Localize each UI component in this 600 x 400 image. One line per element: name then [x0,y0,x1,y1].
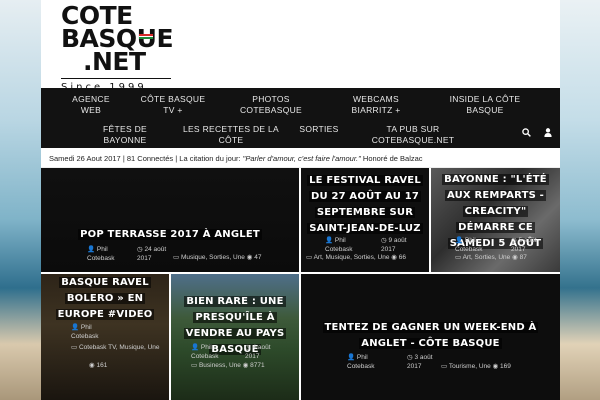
user-icon: 👤 [455,237,465,244]
folder-icon: ▭ [441,363,449,370]
tile-author[interactable]: 👤 Phil Cotebask [325,237,365,254]
nav-icons [512,128,552,140]
folder-icon: ▭ [306,254,314,261]
tile-author[interactable]: 👤 Phil Cotebask [71,324,111,341]
tile-meta-line: ▭ Art, Sorties, Une ◉ 87 [455,254,527,261]
tile-title[interactable]: BASQUE RAVEL BOLERO » EN EUROPE #VIDEO [45,275,165,323]
tile-meta-line: ▭ Cotebask TV, Musique, Une [71,344,160,351]
tile-title[interactable]: TENTEZ DE GAGNER UN WEEK-END À ANGLET - … [305,320,556,352]
article-tile-pop-terrasse[interactable]: POP TERRASSE 2017 À ANGLET 👤 Phil Coteba… [41,168,299,272]
nav-item-photos[interactable]: PHOTOS COTEBASQUE [226,94,316,115]
tile-author[interactable]: 👤 Phil Cotebask [191,344,231,361]
eye-icon: ◉ [391,254,399,261]
tile-date: ◷ 4 août 2017 [245,344,271,360]
eye-icon: ◉ [512,254,520,261]
user-icon: 👤 [191,344,201,351]
tile-date: ◷ 9 août 2017 [381,237,407,253]
nav-item-recettes[interactable]: LES RECETTES DE LA CÔTE [181,124,281,145]
article-tile-presqu-ile[interactable]: BIEN RARE : UNE PRESQU'ÎLE À VENDRE AU P… [171,274,299,400]
page-container: COTE BASQUE .NET Since 1999 AGENCEWEB CÔ… [41,0,560,400]
article-tile-festival-ravel[interactable]: LE FESTIVAL RAVEL DU 27 AOÛT AU 17 SEPTE… [301,168,429,272]
article-tile-bayonne-remparts[interactable]: BAYONNE : "L'ÉTÉ AUX REMPARTS - CREACITY… [431,168,560,272]
tile-views: ◉ 161 [89,362,108,369]
background-right [560,0,600,400]
tile-date: ◷ 5 août 2017 [511,237,537,253]
user-icon: 👤 [347,354,357,361]
nav-item-cote-basque-tv[interactable]: CÔTE BASQUE TV + [133,94,213,115]
search-icon[interactable] [522,128,532,140]
site-logo[interactable]: COTE BASQUE .NET Since 1999 [61,3,174,93]
quote-label: La citation du jour: [179,154,241,163]
eye-icon: ◉ [492,363,501,370]
tile-meta-line: ▭ Business, Une ◉ 8771 [191,362,265,369]
quote-text: "Parler d'amour, c'est faire l'amour." [242,154,361,163]
logo-line-3: .NET [83,47,146,76]
tile-date: ◷ 24 août 2017 [137,246,167,262]
site-header: COTE BASQUE .NET Since 1999 [41,0,560,93]
article-tile-basque-ravel[interactable]: BASQUE RAVEL BOLERO » EN EUROPE #VIDEO 👤… [41,274,169,400]
tile-meta-line: ▭ Tourisme, Une ◉ 169 [441,363,511,370]
main-nav: AGENCE WEB CÔTE BASQUE TV + PHOTOS COTEBASQ… [41,88,560,148]
folder-icon: ▭ [173,254,181,261]
tile-author[interactable]: 👤 Phil Cotebask [455,237,495,254]
user-icon[interactable] [544,128,552,140]
nav-item-inside[interactable]: INSIDE LA CÔTE BASQUE [439,94,531,115]
folder-icon: ▭ [191,362,199,369]
background-left [0,0,41,400]
user-icon: 👤 [71,324,81,331]
nav-item-sorties[interactable]: SORTIES [291,124,347,135]
tile-author[interactable]: 👤 Phil Cotebask [87,246,127,263]
folder-icon: ▭ [71,344,79,351]
nav-item-webcams[interactable]: WEBCAMS BIARRITZ + [331,94,421,115]
nav-item-agence-web[interactable]: AGENCE WEB [59,94,123,115]
tile-author[interactable]: 👤 Phil Cotebask [347,354,387,371]
tile-meta-line: ▭ Art, Musique, Sorties, Une ◉ 66 [306,254,406,261]
nav-item-ta-pub[interactable]: TA PUB SUR COTEBASQUE.NET [361,124,465,145]
current-date: Samedi 26 Aout 2017 [49,154,121,163]
quote-author: Honoré de Balzac [362,154,423,163]
info-bar: Samedi 26 Aout 2017 | 81 Connectés | La … [41,148,560,168]
tile-meta-line: ▭ Musique, Sorties, Une ◉ 47 [173,254,262,261]
user-icon: 👤 [325,237,335,244]
logo-flag [139,34,153,39]
tile-title[interactable]: LE FESTIVAL RAVEL DU 27 AOÛT AU 17 SEPTE… [305,173,425,237]
article-tile-week-end-anglet[interactable]: TENTEZ DE GAGNER UN WEEK-END À ANGLET - … [301,274,560,400]
nav-item-fetes-bayonne[interactable]: FÊTES DE BAYONNE [91,124,159,145]
user-icon: 👤 [87,246,97,253]
logo-rule [61,78,171,79]
tile-title[interactable]: POP TERRASSE 2017 À ANGLET [45,227,295,243]
connected-count: | 81 Connectés | [122,154,178,163]
folder-icon: ▭ [455,254,463,261]
